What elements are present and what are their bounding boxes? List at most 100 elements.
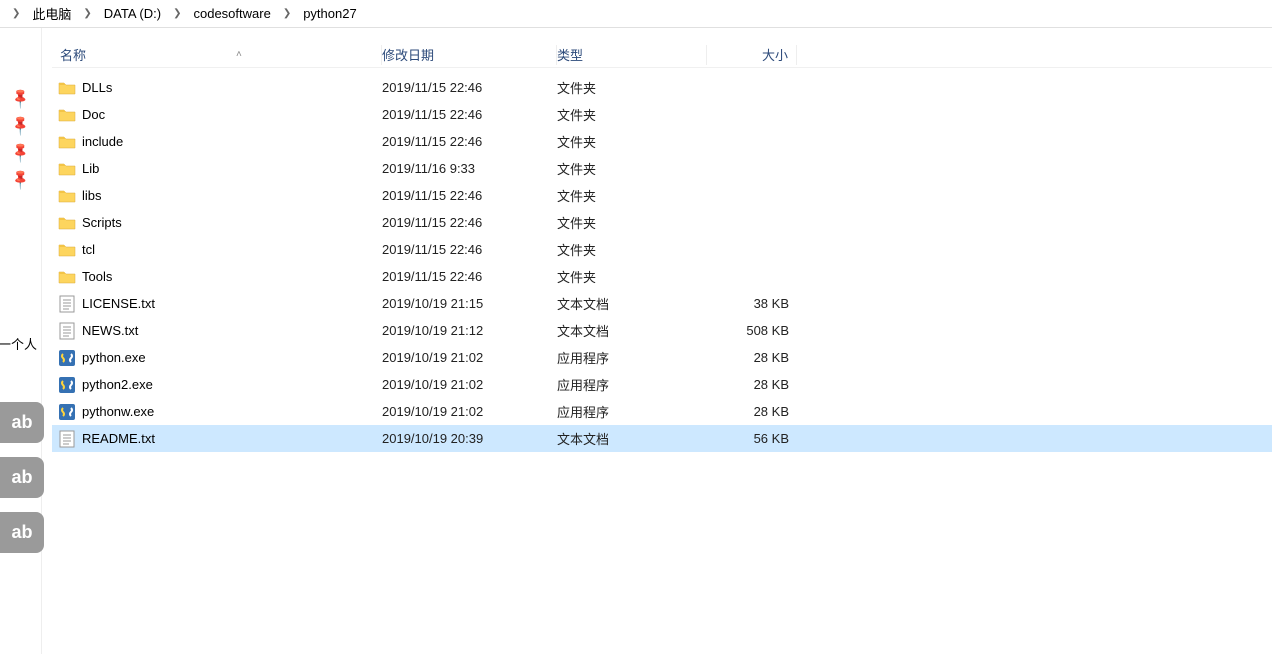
file-modified: 2019/11/15 22:46 bbox=[382, 80, 557, 95]
chevron-right-icon: ❯ bbox=[169, 8, 185, 19]
file-type: 文件夹 bbox=[557, 213, 707, 232]
breadcrumb-item[interactable]: 此电脑 bbox=[28, 2, 75, 25]
file-name: python2.exe bbox=[82, 377, 382, 392]
file-modified: 2019/11/16 9:33 bbox=[382, 161, 557, 176]
file-type: 文件夹 bbox=[557, 186, 707, 205]
file-name: include bbox=[82, 134, 382, 149]
folder-icon bbox=[52, 270, 82, 284]
file-name: LICENSE.txt bbox=[82, 296, 382, 311]
file-name: NEWS.txt bbox=[82, 323, 382, 338]
file-modified: 2019/11/15 22:46 bbox=[382, 215, 557, 230]
file-row[interactable]: pythonw.exe2019/10/19 21:02应用程序28 KB bbox=[52, 398, 1272, 425]
file-modified: 2019/11/15 22:46 bbox=[382, 242, 557, 257]
file-name: tcl bbox=[82, 242, 382, 257]
file-name: Scripts bbox=[82, 215, 382, 230]
file-size: 56 KB bbox=[707, 431, 797, 446]
breadcrumb[interactable]: ❯ 此电脑 ❯ DATA (D:) ❯ codesoftware ❯ pytho… bbox=[0, 0, 1272, 28]
folder-icon bbox=[52, 81, 82, 95]
folder-icon bbox=[52, 108, 82, 122]
file-type: 文件夹 bbox=[557, 267, 707, 286]
file-modified: 2019/10/19 21:02 bbox=[382, 377, 557, 392]
folder-icon bbox=[52, 162, 82, 176]
chevron-right-icon: ❯ bbox=[8, 8, 24, 19]
file-modified: 2019/10/19 21:02 bbox=[382, 404, 557, 419]
file-size: 28 KB bbox=[707, 350, 797, 365]
file-row[interactable]: NEWS.txt2019/10/19 21:12文本文档508 KB bbox=[52, 317, 1272, 344]
file-row[interactable]: LICENSE.txt2019/10/19 21:15文本文档38 KB bbox=[52, 290, 1272, 317]
chevron-right-icon: ❯ bbox=[279, 8, 295, 19]
file-type: 文本文档 bbox=[557, 294, 707, 313]
file-type: 文件夹 bbox=[557, 159, 707, 178]
file-modified: 2019/10/19 21:15 bbox=[382, 296, 557, 311]
file-row[interactable]: DLLs2019/11/15 22:46文件夹 bbox=[52, 74, 1272, 101]
file-row[interactable]: Lib2019/11/16 9:33文件夹 bbox=[52, 155, 1272, 182]
file-type: 应用程序 bbox=[557, 402, 707, 421]
file-name: Tools bbox=[82, 269, 382, 284]
file-name: Lib bbox=[82, 161, 382, 176]
rail-truncated-label: 一个人 bbox=[0, 334, 37, 353]
pin-icon[interactable]: 📌 bbox=[8, 140, 32, 164]
file-modified: 2019/11/15 22:46 bbox=[382, 188, 557, 203]
file-row[interactable]: Scripts2019/11/15 22:46文件夹 bbox=[52, 209, 1272, 236]
txt-icon bbox=[52, 322, 82, 340]
quick-access-rail: 📌 📌 📌 📌 一个人 ab ab ab bbox=[0, 28, 42, 654]
file-row[interactable]: README.txt2019/10/19 20:39文本文档56 KB bbox=[52, 425, 1272, 452]
rail-tab[interactable]: ab bbox=[0, 402, 44, 443]
file-type: 应用程序 bbox=[557, 348, 707, 367]
column-header-modified[interactable]: 修改日期 bbox=[382, 45, 557, 65]
file-size: 508 KB bbox=[707, 323, 797, 338]
txt-icon bbox=[52, 430, 82, 448]
file-list: DLLs2019/11/15 22:46文件夹Doc2019/11/15 22:… bbox=[52, 68, 1272, 452]
column-header-size[interactable]: 大小 bbox=[707, 45, 797, 65]
file-modified: 2019/10/19 20:39 bbox=[382, 431, 557, 446]
file-type: 文本文档 bbox=[557, 429, 707, 448]
rail-tab[interactable]: ab bbox=[0, 457, 44, 498]
exe-icon bbox=[52, 349, 82, 367]
file-size: 28 KB bbox=[707, 377, 797, 392]
breadcrumb-item[interactable]: python27 bbox=[299, 4, 361, 23]
column-header-row: 名称 ˄ 修改日期 类型 大小 bbox=[52, 28, 1272, 68]
file-modified: 2019/11/15 22:46 bbox=[382, 107, 557, 122]
file-name: libs bbox=[82, 188, 382, 203]
file-type: 文件夹 bbox=[557, 240, 707, 259]
file-type: 文本文档 bbox=[557, 321, 707, 340]
folder-icon bbox=[52, 135, 82, 149]
file-type: 文件夹 bbox=[557, 105, 707, 124]
file-name: README.txt bbox=[82, 431, 382, 446]
breadcrumb-item[interactable]: codesoftware bbox=[189, 4, 274, 23]
file-size: 38 KB bbox=[707, 296, 797, 311]
chevron-right-icon: ❯ bbox=[79, 8, 95, 19]
column-name-label: 名称 bbox=[60, 45, 86, 64]
file-type: 文件夹 bbox=[557, 78, 707, 97]
file-row[interactable]: Tools2019/11/15 22:46文件夹 bbox=[52, 263, 1272, 290]
rail-tab[interactable]: ab bbox=[0, 512, 44, 553]
file-type: 应用程序 bbox=[557, 375, 707, 394]
file-name: DLLs bbox=[82, 80, 382, 95]
file-type: 文件夹 bbox=[557, 132, 707, 151]
file-name: Doc bbox=[82, 107, 382, 122]
pin-icon[interactable]: 📌 bbox=[8, 113, 32, 137]
exe-icon bbox=[52, 376, 82, 394]
folder-icon bbox=[52, 216, 82, 230]
file-modified: 2019/10/19 21:02 bbox=[382, 350, 557, 365]
file-modified: 2019/11/15 22:46 bbox=[382, 134, 557, 149]
breadcrumb-item[interactable]: DATA (D:) bbox=[100, 4, 165, 23]
txt-icon bbox=[52, 295, 82, 313]
exe-icon bbox=[52, 403, 82, 421]
pin-icon[interactable]: 📌 bbox=[8, 167, 32, 191]
column-header-name[interactable]: 名称 ˄ bbox=[52, 45, 382, 65]
file-name: python.exe bbox=[82, 350, 382, 365]
file-row[interactable]: include2019/11/15 22:46文件夹 bbox=[52, 128, 1272, 155]
folder-icon bbox=[52, 189, 82, 203]
file-row[interactable]: Doc2019/11/15 22:46文件夹 bbox=[52, 101, 1272, 128]
file-modified: 2019/10/19 21:12 bbox=[382, 323, 557, 338]
file-row[interactable]: python.exe2019/10/19 21:02应用程序28 KB bbox=[52, 344, 1272, 371]
sort-indicator-icon: ˄ bbox=[236, 49, 242, 60]
file-row[interactable]: python2.exe2019/10/19 21:02应用程序28 KB bbox=[52, 371, 1272, 398]
file-modified: 2019/11/15 22:46 bbox=[382, 269, 557, 284]
file-row[interactable]: tcl2019/11/15 22:46文件夹 bbox=[52, 236, 1272, 263]
file-row[interactable]: libs2019/11/15 22:46文件夹 bbox=[52, 182, 1272, 209]
file-name: pythonw.exe bbox=[82, 404, 382, 419]
column-header-type[interactable]: 类型 bbox=[557, 45, 707, 65]
pin-icon[interactable]: 📌 bbox=[8, 86, 32, 110]
